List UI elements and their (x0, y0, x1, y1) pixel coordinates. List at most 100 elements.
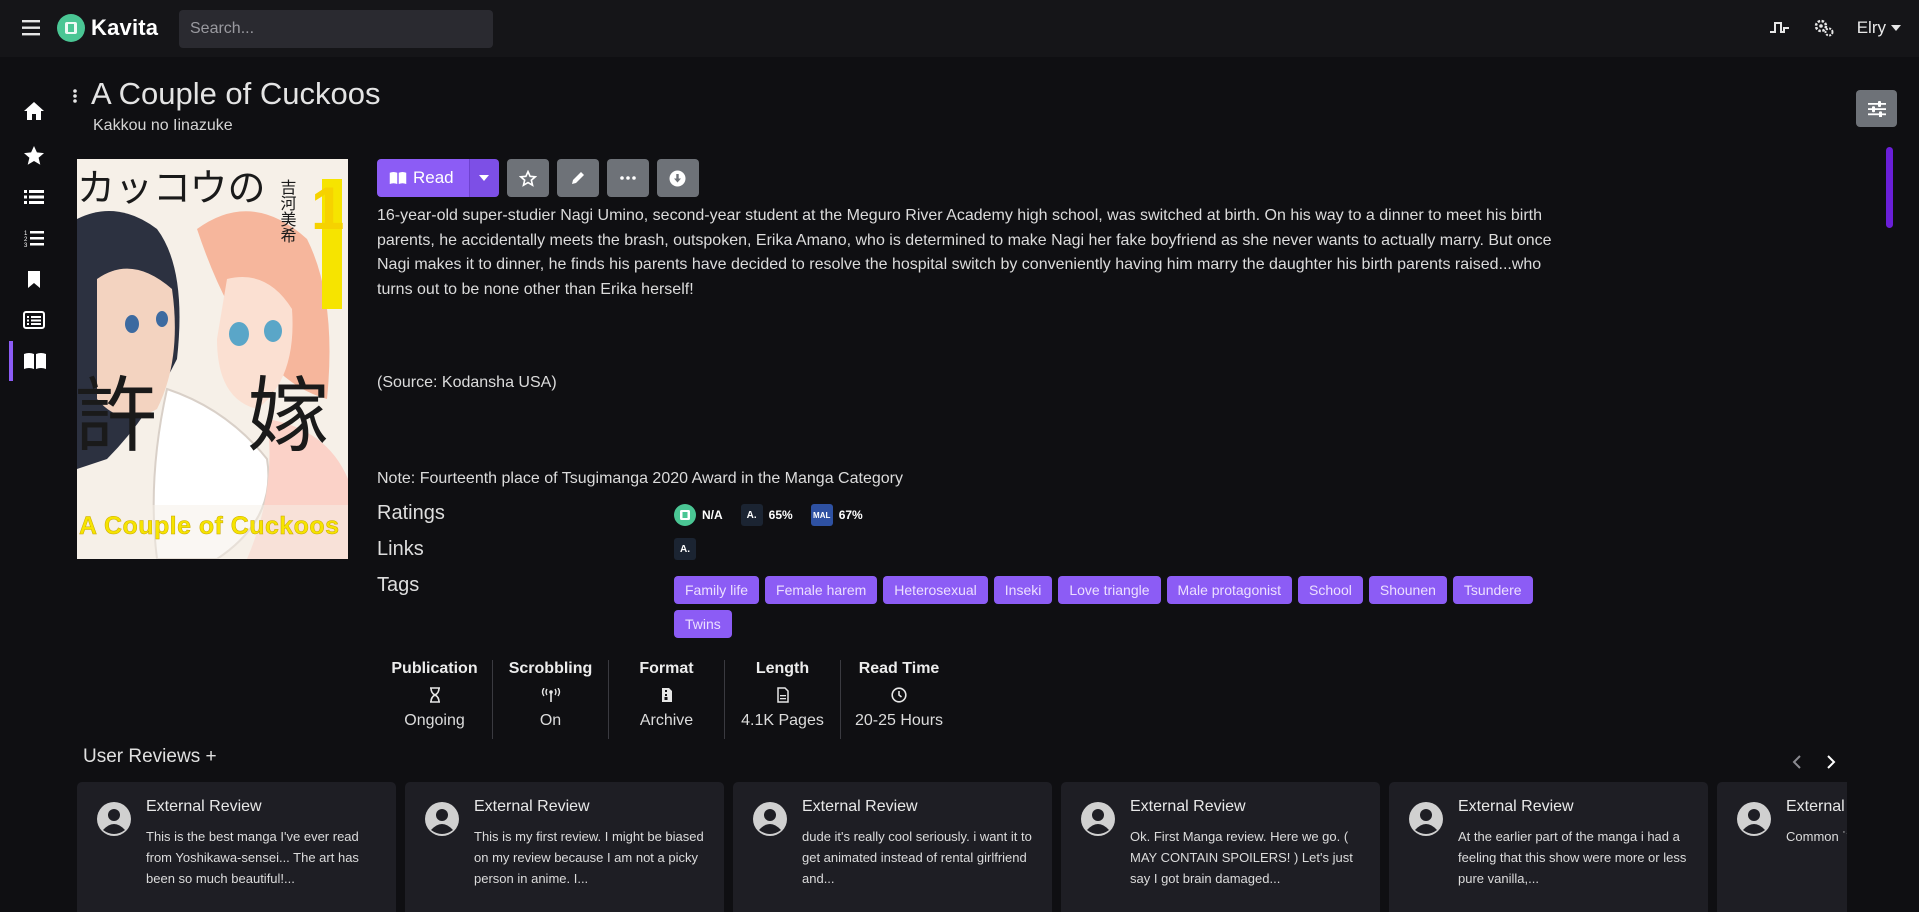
brand-link[interactable]: Kavita (57, 14, 158, 42)
rating-anilist[interactable]: A. 65% (740, 504, 793, 526)
tag-badge[interactable]: Male protagonist (1166, 576, 1293, 604)
series-action-bar: Read (377, 159, 699, 197)
review-card[interactable]: External Review Common ˙ˆ˚•͡•˚ˆ˙. . . fo… (1717, 782, 1847, 912)
caret-down-icon (1891, 25, 1901, 31)
series-localized-title: Kakkou no Iinazuke (93, 117, 233, 134)
tag-badge[interactable]: Heterosexual (883, 576, 988, 604)
sidebar-item-all-series[interactable] (10, 300, 58, 340)
more-options-button[interactable] (606, 159, 649, 197)
sidebar-item-want-to-read[interactable] (10, 135, 58, 175)
add-review-icon[interactable]: + (205, 746, 216, 767)
review-card[interactable]: External Review This is my first review.… (405, 782, 724, 912)
read-button-group[interactable]: Read (377, 159, 499, 197)
read-button[interactable]: Read (377, 159, 469, 197)
user-avatar-icon (97, 802, 131, 836)
summary-note: Note: Fourteenth place of Tsugimanga 202… (377, 470, 903, 487)
rating-kavita-value: N/A (702, 508, 723, 522)
mal-icon: MAL (810, 504, 833, 526)
rating-mal[interactable]: MAL 67% (810, 504, 863, 526)
hamburger-menu-icon[interactable] (22, 19, 42, 37)
side-navigation: 123 (0, 57, 62, 912)
sidebar-item-collections[interactable] (10, 177, 58, 217)
activity-icon[interactable] (1769, 17, 1791, 39)
caret-down-icon (479, 175, 490, 181)
tag-badge[interactable]: Female harem (765, 576, 878, 604)
review-body: This is my first review. I might be bias… (474, 829, 704, 886)
user-menu-dropdown[interactable]: Elry (1857, 18, 1901, 38)
review-body: Ok. First Manga review. Here we go. ( MA… (1130, 829, 1353, 886)
stat-format: Format Archive (609, 660, 725, 739)
review-body: This is the best manga I've ever read fr… (146, 829, 359, 886)
review-card[interactable]: External Review Ok. First Manga review. … (1061, 782, 1380, 912)
read-button-label: Read (413, 168, 454, 187)
bookmark-icon (28, 270, 40, 288)
list-icon (24, 190, 44, 204)
rating-kavita[interactable]: N/A (674, 504, 723, 526)
sidebar-item-bookmarks[interactable] (10, 259, 58, 299)
scrollbar-thumb[interactable] (1886, 147, 1893, 228)
settings-gears-icon[interactable] (1813, 17, 1835, 39)
tag-badge[interactable]: Love triangle (1058, 576, 1161, 604)
rating-mal-value: 67% (838, 508, 863, 522)
hourglass-icon (429, 682, 441, 708)
tag-badge[interactable]: Shounen (1368, 576, 1447, 604)
user-avatar-icon (1737, 802, 1771, 836)
series-metadata-stats: Publication Ongoing Scrobbling On Format… (377, 660, 957, 739)
user-name: Elry (1856, 18, 1886, 37)
sidebar-item-home[interactable] (10, 91, 58, 131)
tag-badge[interactable]: School (1298, 576, 1363, 604)
user-avatar-icon (1409, 802, 1443, 836)
series-summary: 16-year-old super-studier Nagi Umino, se… (377, 207, 1552, 298)
stat-header: Read Time (858, 660, 940, 677)
tags-list: Family life Female harem Heterosexual In… (674, 576, 1554, 638)
clock-icon (891, 682, 907, 708)
cover-en-title: A Couple of Cuckoos (79, 512, 339, 540)
series-title: A Couple of Cuckoos (91, 76, 381, 111)
download-button[interactable] (656, 159, 699, 197)
want-to-read-button[interactable] (506, 159, 549, 197)
customize-filter-button[interactable] (1856, 90, 1897, 127)
top-navbar: Kavita Elry (0, 0, 1919, 57)
user-avatar-icon (1081, 802, 1115, 836)
sidebar-item-reading-lists[interactable]: 123 (10, 218, 58, 258)
review-card[interactable]: External Review At the earlier part of t… (1389, 782, 1708, 912)
chevron-right-icon (1826, 755, 1835, 769)
kavita-icon (674, 504, 696, 526)
carousel-next-button[interactable] (1820, 752, 1842, 772)
stat-value: Ongoing (404, 712, 465, 729)
user-avatar-icon (753, 802, 787, 836)
stat-length: Length 4.1K Pages (725, 660, 841, 739)
read-options-dropdown[interactable] (468, 159, 499, 197)
book-open-icon (389, 172, 407, 184)
star-outline-icon (518, 169, 537, 187)
tag-badge[interactable]: Inseki (993, 576, 1053, 604)
series-actions-kebab-icon[interactable] (72, 87, 78, 105)
sidebar-item-library[interactable] (9, 341, 57, 381)
review-title: External Review (474, 798, 590, 815)
user-reviews-header[interactable]: User Reviews + (83, 746, 217, 768)
review-card[interactable]: External Review dude it's really cool se… (733, 782, 1052, 912)
tag-badge[interactable]: Tsundere (1452, 576, 1533, 604)
ratings-list: N/A A. 65% MAL 67% (674, 504, 863, 526)
links-list: A. (674, 538, 696, 560)
cover-author: 吉河美希 (278, 179, 297, 243)
search-input[interactable] (179, 10, 493, 48)
stat-header: Format (639, 660, 694, 677)
rating-anilist-value: 65% (768, 508, 793, 522)
review-title: External Review (1130, 798, 1246, 815)
series-cover-image[interactable]: カッコウの 吉河美希 1 許嫁 A Couple of Cuckoos (77, 159, 348, 559)
edit-button[interactable] (556, 159, 599, 197)
tag-badge[interactable]: Twins (674, 610, 732, 638)
anilist-link-icon[interactable]: A. (674, 538, 696, 560)
review-card[interactable]: External Review This is the best manga I… (77, 782, 396, 912)
stat-scrobbling: Scrobbling On (493, 660, 609, 739)
tag-badge[interactable]: Family life (674, 576, 760, 604)
brand-name: Kavita (91, 15, 159, 40)
stat-header: Scrobbling (508, 660, 593, 677)
ordered-list-icon: 123 (24, 231, 44, 247)
review-body: Common ˙ˆ˚•͡•˚ˆ˙. . . follow Nagi (1786, 829, 1847, 844)
links-label: Links (377, 538, 424, 560)
review-title: External Review (1458, 798, 1574, 815)
ellipsis-icon (619, 176, 636, 180)
carousel-prev-button[interactable] (1785, 752, 1807, 772)
